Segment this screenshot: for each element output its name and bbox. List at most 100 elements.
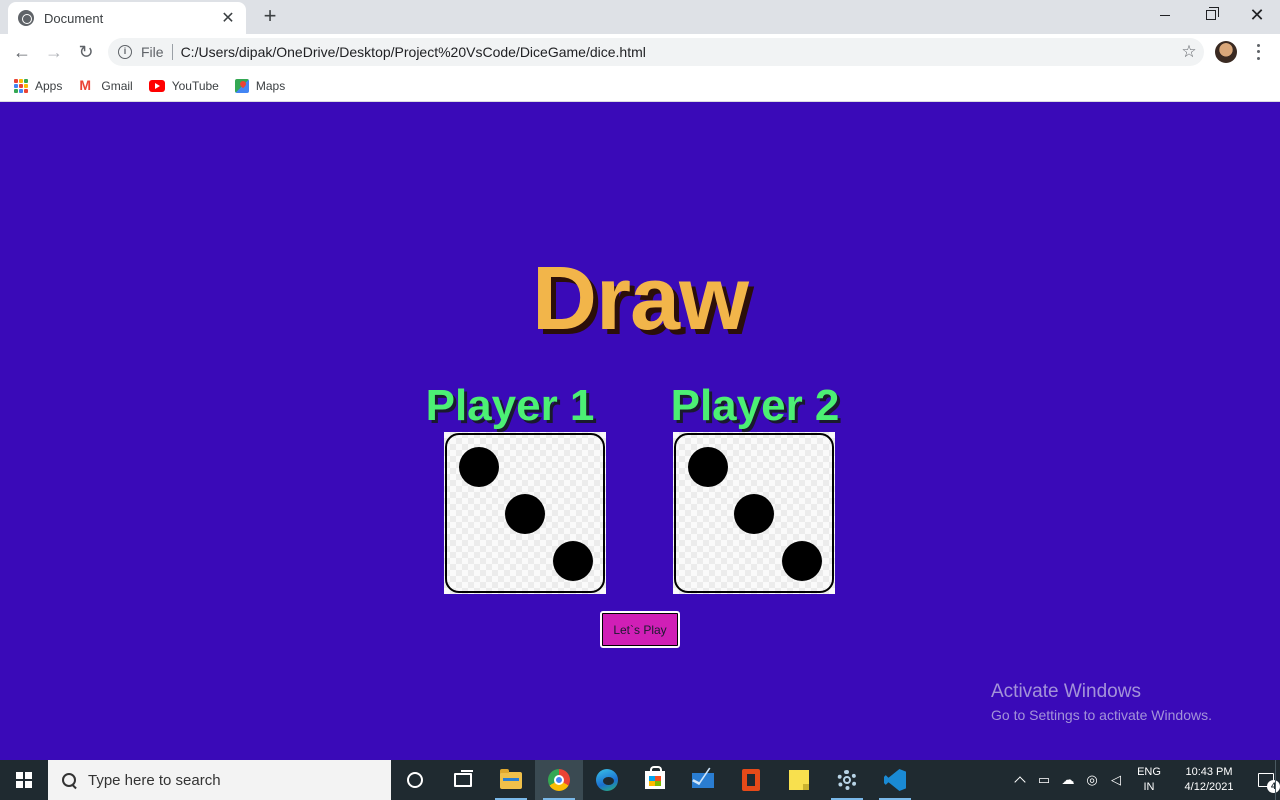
bookmark-youtube[interactable]: YouTube [148, 78, 219, 93]
windows-taskbar: Type here to search ▭ ☁ ◎ ◁ ENG IN 10:43… [0, 760, 1280, 800]
sticky-notes-icon [789, 770, 809, 790]
onedrive-tray-icon[interactable]: ☁ [1056, 760, 1080, 800]
clock-date: 4/12/2021 [1184, 781, 1234, 793]
edge-icon [596, 769, 618, 791]
apps-grid-dot [24, 83, 28, 88]
player-2-label-wrap: Player 2 [660, 381, 850, 431]
bookmark-label: Gmail [101, 78, 133, 93]
volume-muted-tray-icon[interactable]: ◁ [1104, 760, 1128, 800]
bookmark-star-icon[interactable]: ☆ [1174, 42, 1204, 62]
browser-tabstrip: Document ✕ + ✕ [0, 0, 1280, 34]
settings-icon [837, 770, 857, 790]
lets-play-button[interactable]: Let`s Play [600, 611, 680, 648]
profile-avatar[interactable] [1215, 41, 1237, 63]
mail-taskbar-button[interactable] [679, 760, 727, 800]
die-face-three [674, 433, 834, 593]
language-region: IN [1143, 781, 1155, 793]
forward-button[interactable]: → [42, 40, 66, 64]
bookmark-label: Apps [35, 78, 63, 93]
language-code: ENG [1137, 766, 1161, 778]
store-icon [645, 766, 665, 789]
tab-close-icon[interactable]: ✕ [220, 8, 236, 28]
system-tray: ▭ ☁ ◎ ◁ ENG IN 10:43 PM 4/12/2021 4 [1008, 760, 1280, 800]
die-pip [734, 494, 774, 534]
address-bar[interactable]: i File C:/Users/dipak/OneDrive/Desktop/P… [108, 38, 1204, 66]
bookmark-label: Maps [255, 78, 286, 93]
mail-icon [692, 772, 714, 788]
show-hidden-icons-button[interactable] [1008, 760, 1032, 800]
taskbar-clock[interactable]: 10:43 PM 4/12/2021 [1170, 765, 1248, 795]
browser-menu-icon[interactable] [1250, 42, 1266, 62]
task-view-icon [454, 770, 473, 787]
file-explorer-icon [500, 768, 522, 789]
cortana-button[interactable] [391, 760, 439, 800]
apps-grid-dot [14, 88, 18, 93]
close-window-button[interactable]: ✕ [1234, 0, 1280, 30]
site-info-icon[interactable]: i [118, 45, 132, 59]
die-pip [688, 447, 728, 487]
input-language-indicator[interactable]: ENG IN [1132, 765, 1166, 795]
player-1-die [444, 432, 606, 594]
gmail-icon [78, 77, 94, 93]
task-view-button[interactable] [439, 760, 487, 800]
office-icon [742, 769, 760, 791]
maps-icon [234, 78, 249, 93]
store-taskbar-button[interactable] [631, 760, 679, 800]
apps-grid-dot [19, 83, 23, 88]
edge-taskbar-button[interactable] [583, 760, 631, 800]
result-headline: Draw [531, 249, 749, 349]
close-icon: ✕ [1249, 5, 1265, 25]
die-face-three [445, 433, 605, 593]
search-icon [59, 770, 79, 790]
bookmark-gmail[interactable]: Gmail [78, 77, 133, 93]
bookmarks-bar: Apps Gmail YouTube Maps [0, 70, 1280, 102]
sticky-notes-taskbar-button[interactable] [775, 760, 823, 800]
search-placeholder: Type here to search [88, 771, 221, 789]
activate-windows-watermark: Activate Windows Go to Settings to activ… [991, 681, 1212, 723]
start-button[interactable] [0, 760, 48, 800]
reload-button[interactable]: ↻ [74, 40, 98, 64]
die-pip [505, 494, 545, 534]
apps-grid-dot [14, 78, 18, 83]
taskbar-search-box[interactable]: Type here to search [48, 760, 391, 800]
url-text[interactable]: C:/Users/dipak/OneDrive/Desktop/Project%… [181, 44, 1174, 60]
show-desktop-button[interactable] [1275, 760, 1280, 800]
chevron-up-icon [1014, 776, 1026, 788]
player-2-die [673, 432, 835, 594]
apps-grid-icon [14, 78, 28, 93]
bookmark-maps[interactable]: Maps [234, 78, 286, 93]
restore-button[interactable] [1188, 0, 1234, 30]
die-pip [782, 541, 822, 581]
die-pip [459, 447, 499, 487]
player-2-name: Player 2 [670, 381, 840, 430]
minimize-icon [1160, 14, 1170, 16]
file-explorer-button[interactable] [487, 760, 535, 800]
player-1-name: Player 1 [425, 381, 595, 430]
scheme-label: File [141, 44, 164, 60]
apps-grid-dot [19, 78, 23, 83]
tab-title: Document [44, 10, 104, 26]
apps-grid-dot [14, 83, 18, 88]
watermark-subtitle: Go to Settings to activate Windows. [991, 707, 1212, 723]
minimize-button[interactable] [1142, 0, 1188, 30]
vscode-taskbar-button[interactable] [871, 760, 919, 800]
meet-now-tray-icon[interactable]: ▭ [1032, 760, 1056, 800]
browser-toolbar: ← → ↻ i File C:/Users/dipak/OneDrive/Des… [0, 34, 1280, 70]
vscode-icon [884, 769, 906, 791]
player-1-label-wrap: Player 1 [415, 381, 605, 431]
chrome-taskbar-button[interactable] [535, 760, 583, 800]
office-taskbar-button[interactable] [727, 760, 775, 800]
apps-grid-dot [24, 78, 28, 83]
bookmark-apps[interactable]: Apps [14, 78, 63, 93]
settings-taskbar-button[interactable] [823, 760, 871, 800]
apps-grid-dot [24, 88, 28, 93]
watermark-title: Activate Windows [991, 681, 1141, 702]
bookmark-label: YouTube [171, 78, 219, 93]
new-tab-button[interactable]: + [258, 5, 282, 28]
restore-icon [1206, 7, 1219, 20]
back-button[interactable]: ← [10, 40, 34, 64]
address-divider [171, 44, 173, 60]
chrome-icon [548, 769, 570, 791]
network-tray-icon[interactable]: ◎ [1080, 760, 1104, 800]
browser-tab[interactable]: Document ✕ [8, 2, 246, 34]
